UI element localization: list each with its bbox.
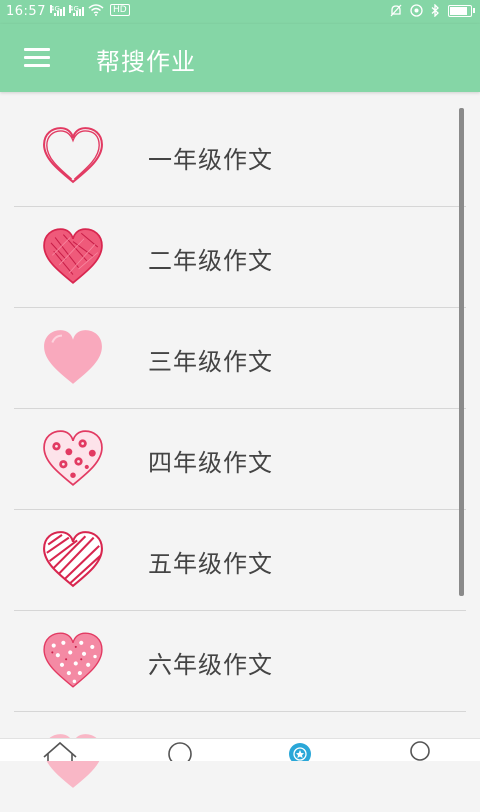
grade-list: 一年级作文 二年级作文 三年级作文 四年级作文 五年级作文 六年级作文 — [14, 106, 466, 812]
list-item-grade-4[interactable]: 四年级作文 — [14, 409, 466, 510]
nav-featured[interactable] — [280, 739, 320, 765]
nav-profile[interactable] — [400, 739, 440, 761]
network-type-2: 4G — [69, 4, 79, 13]
mute-bell-icon — [390, 4, 402, 17]
nav-discover[interactable] — [160, 739, 200, 766]
list-item-grade-2[interactable]: 二年级作文 — [14, 207, 466, 308]
grade-label: 一年级作文 — [148, 146, 273, 174]
hd-badge: HD — [110, 4, 130, 16]
patterned-heart-icon — [43, 632, 103, 688]
signal-icon-1: 4G — [50, 4, 65, 16]
network-type-1: 4G — [50, 4, 60, 13]
location-icon — [410, 4, 423, 17]
signal-icon-2: 4G — [69, 4, 84, 16]
hamburger-menu-icon[interactable] — [24, 48, 50, 68]
page-title: 帮搜作业 — [96, 48, 196, 76]
app-bar: 帮搜作业 — [0, 24, 480, 92]
outline-heart-icon — [43, 127, 103, 184]
status-time: 16:57 — [6, 4, 46, 19]
dotted-heart-icon — [43, 430, 103, 486]
list-item-grade-6[interactable]: 六年级作文 — [14, 611, 466, 712]
list-item-grade-1[interactable]: 一年级作文 — [14, 106, 466, 207]
status-bar: 16:57 4G 4G HD — [0, 0, 480, 24]
grade-label: 六年级作文 — [148, 651, 273, 679]
pink-heart-icon — [44, 330, 102, 384]
status-icons-right — [390, 4, 475, 17]
list-item-partial[interactable] — [14, 712, 466, 812]
grade-label: 二年级作文 — [148, 247, 273, 275]
battery-level — [450, 6, 467, 15]
star-badge-icon — [289, 743, 311, 765]
list-item-grade-3[interactable]: 三年级作文 — [14, 308, 466, 409]
battery-icon — [448, 4, 475, 17]
wifi-icon — [88, 4, 104, 16]
striped-heart-icon — [43, 531, 103, 588]
grade-label: 五年级作文 — [148, 550, 273, 578]
scribble-heart-icon — [43, 228, 103, 284]
home-icon — [43, 741, 77, 764]
circle-icon — [168, 742, 192, 766]
grade-label: 四年级作文 — [148, 449, 273, 477]
profile-icon — [410, 741, 430, 761]
nav-home[interactable] — [40, 739, 80, 764]
scrollbar[interactable] — [459, 108, 464, 596]
status-icons-left: 4G 4G HD — [50, 4, 130, 16]
grade-label: 三年级作文 — [148, 348, 273, 376]
bottom-nav — [0, 738, 480, 766]
list-item-grade-5[interactable]: 五年级作文 — [14, 510, 466, 611]
bluetooth-icon — [431, 4, 439, 17]
